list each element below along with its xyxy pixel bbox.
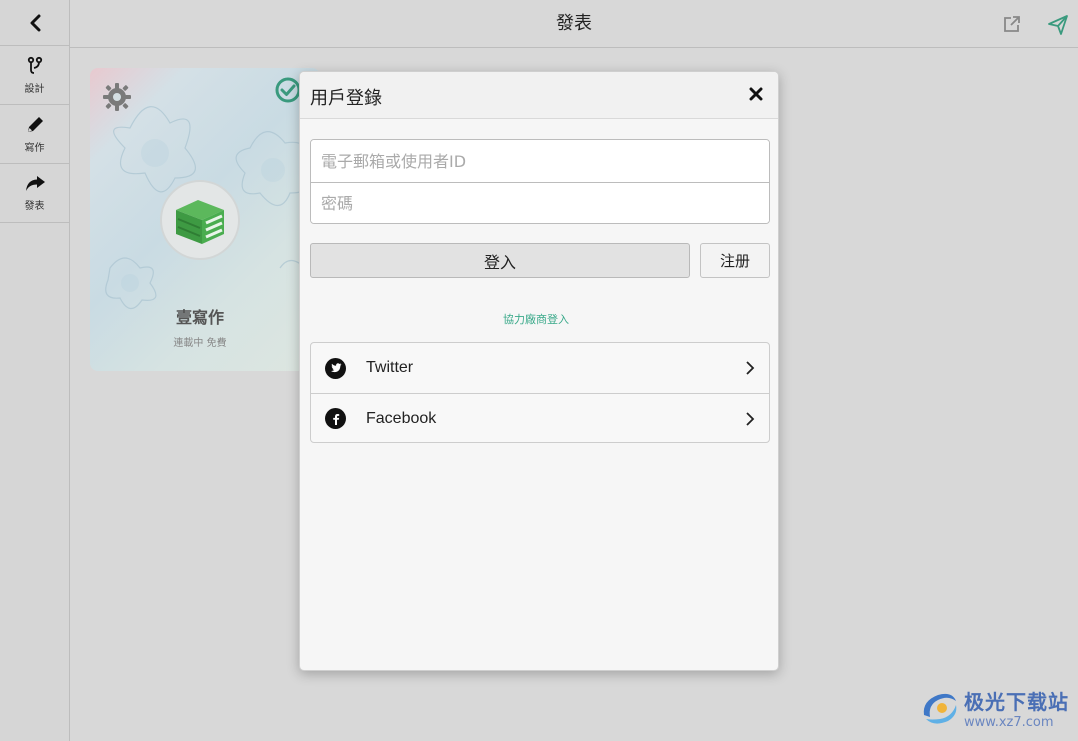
- topbar: 發表: [70, 0, 1078, 48]
- watermark-title: 极光下载站: [964, 690, 1069, 714]
- login-dialog: 用戶登錄 登入 注册 協力廠商登入 Twitter Facebook: [299, 71, 779, 671]
- paper-plane-icon: [1048, 15, 1068, 35]
- sidebar-item-publish[interactable]: 發表: [0, 164, 69, 223]
- card-title: 壹寫作: [175, 308, 224, 327]
- register-button[interactable]: 注册: [700, 243, 770, 278]
- book-stack-icon: [176, 200, 224, 244]
- close-button[interactable]: [746, 84, 766, 104]
- password-field[interactable]: [311, 182, 769, 223]
- dialog-title: 用戶登錄: [310, 88, 382, 109]
- check-circle-icon: [275, 77, 301, 103]
- dialog-header: 用戶登錄: [300, 72, 778, 119]
- sidebar-item-label: 發表: [24, 200, 45, 212]
- export-icon: [1004, 16, 1020, 32]
- selected-check: [274, 76, 302, 108]
- page-title: 發表: [556, 13, 592, 34]
- chevron-left-icon: [30, 14, 40, 31]
- pencil-icon: [27, 116, 43, 132]
- twitter-login-button[interactable]: Twitter: [311, 343, 769, 393]
- export-button[interactable]: [1002, 14, 1022, 38]
- watermark: 极光下载站 www.xz7.com: [918, 686, 1069, 730]
- provider-label: Twitter: [366, 359, 414, 376]
- sidebar-item-write[interactable]: 寫作: [0, 105, 69, 164]
- provider-list: Twitter Facebook: [310, 342, 770, 443]
- sidebar-item-label: 設計: [24, 83, 45, 95]
- share-arrow-icon: [25, 175, 45, 191]
- branch-icon: [27, 56, 42, 74]
- send-button[interactable]: [1047, 14, 1069, 40]
- provider-label: Facebook: [366, 409, 437, 427]
- card-subtitle: 連載中 免費: [173, 338, 227, 349]
- login-button[interactable]: 登入: [310, 243, 690, 278]
- sidebar: 設計 寫作 發表: [0, 0, 70, 741]
- facebook-icon: [325, 408, 346, 429]
- watermark-url: www.xz7.com: [964, 715, 1054, 730]
- third-party-login-label: 協力廠商登入: [503, 313, 569, 326]
- credentials-group: [310, 139, 770, 224]
- gear-icon: [103, 83, 131, 111]
- sidebar-item-label: 寫作: [24, 142, 45, 154]
- watermark-logo-icon: [923, 693, 957, 724]
- facebook-login-button[interactable]: Facebook: [311, 393, 769, 442]
- twitter-icon: [325, 357, 346, 379]
- email-field[interactable]: [311, 140, 769, 182]
- close-icon: [749, 87, 763, 101]
- back-button[interactable]: [0, 0, 69, 46]
- work-card[interactable]: 壹寫作 連載中 免費: [90, 68, 320, 371]
- settings-button[interactable]: [102, 82, 132, 116]
- app-logo: [160, 180, 240, 260]
- sidebar-item-design[interactable]: 設計: [0, 46, 69, 105]
- chevron-right-icon: [746, 361, 755, 375]
- chevron-right-icon: [746, 412, 755, 426]
